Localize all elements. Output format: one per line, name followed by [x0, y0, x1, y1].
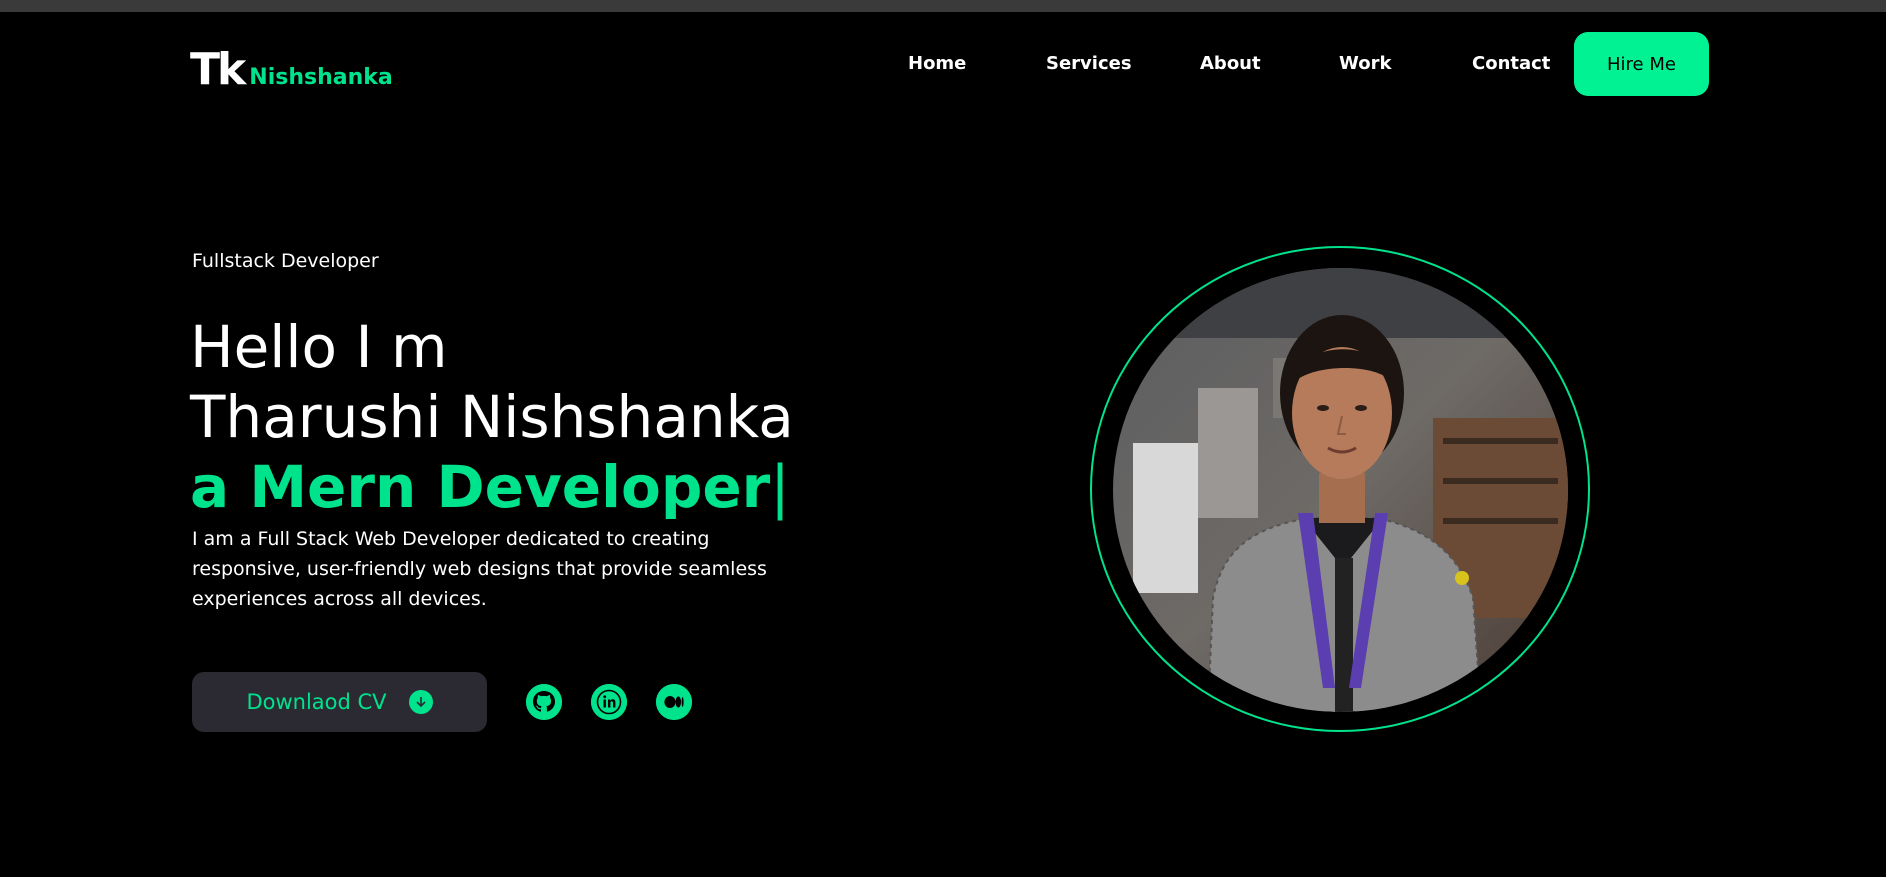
github-icon[interactable] [526, 684, 562, 720]
profile-photo [1113, 268, 1568, 712]
typed-role: a Mern Developer [190, 453, 771, 521]
nav-about[interactable]: About [1200, 32, 1261, 96]
typed-role-line: a Mern Developer| [190, 452, 794, 522]
nav-work[interactable]: Work [1339, 32, 1391, 96]
typing-caret: | [770, 453, 790, 521]
hire-me-button[interactable]: Hire Me [1574, 32, 1709, 96]
download-arrow-icon [408, 690, 433, 714]
greeting: Hello I m [190, 313, 448, 381]
browser-top-strip [0, 0, 1886, 12]
nav-services[interactable]: Services [1046, 32, 1132, 96]
hero-heading: Hello I m Tharushi Nishshanka a Mern Dev… [190, 312, 794, 522]
medium-icon[interactable] [656, 684, 692, 720]
hero-description: I am a Full Stack Web Developer dedicate… [192, 528, 767, 610]
role-subtitle: Fullstack Developer [192, 250, 379, 272]
download-cv-button[interactable]: Downlaod CV [192, 672, 487, 732]
nav-contact[interactable]: Contact [1472, 32, 1550, 96]
logo-mark: Tk [190, 44, 246, 95]
download-cv-label: Downlaod CV [246, 690, 387, 714]
logo-name: Nishshanka [249, 65, 393, 90]
full-name: Tharushi Nishshanka [190, 383, 794, 451]
nav-home[interactable]: Home [908, 32, 966, 96]
logo[interactable]: Tk Nishshanka [190, 44, 393, 95]
linkedin-icon[interactable] [591, 684, 627, 720]
